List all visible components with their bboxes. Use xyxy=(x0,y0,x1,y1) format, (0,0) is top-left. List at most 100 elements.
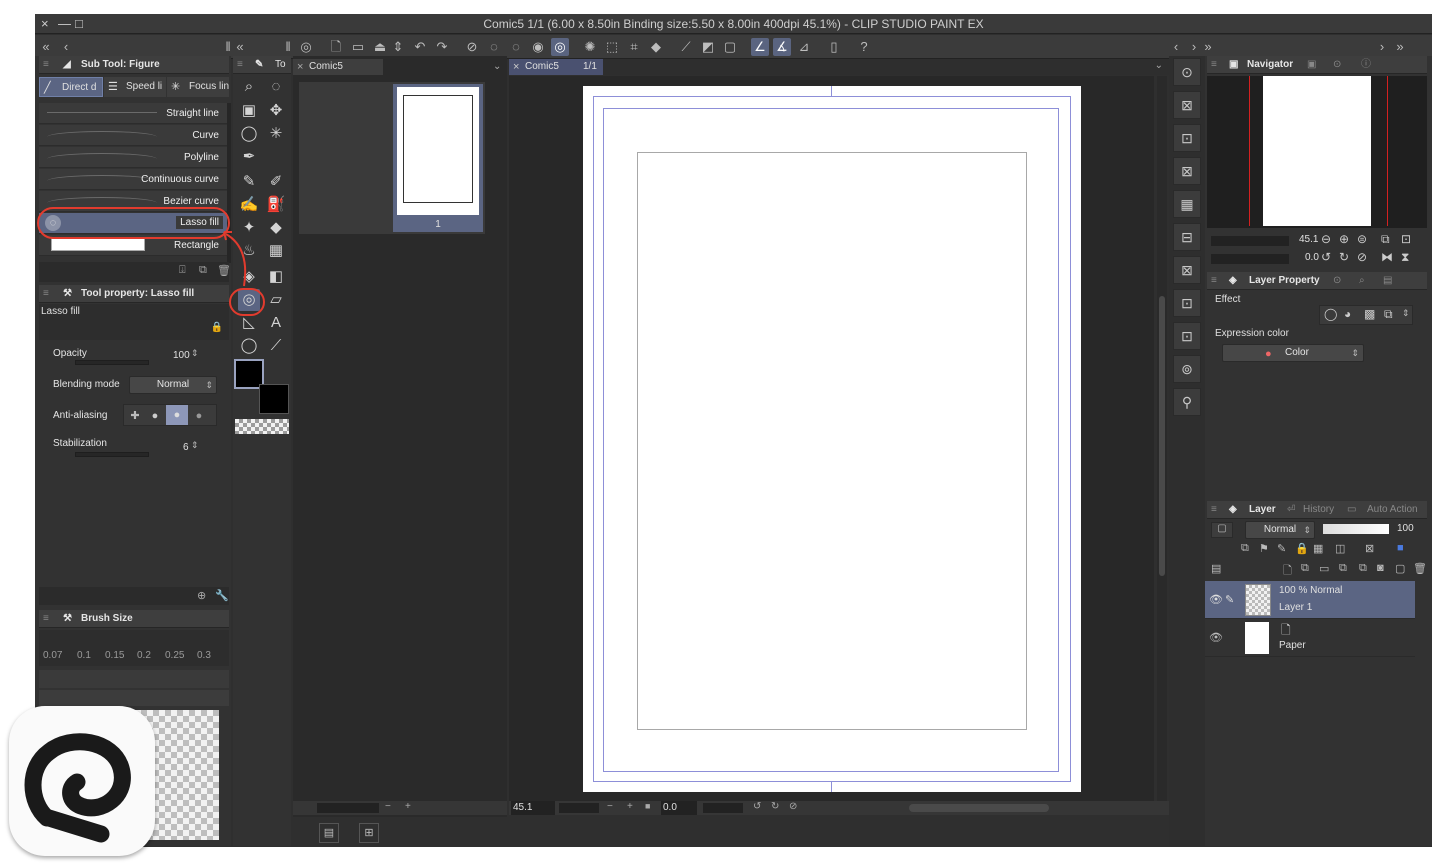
balloon-tool-icon[interactable]: ◯ xyxy=(238,335,260,357)
rotate-right-icon[interactable]: ↻ xyxy=(771,801,779,812)
frame-border-icon[interactable]: ▱ xyxy=(265,289,287,311)
clip-studio-icon[interactable]: ◎ xyxy=(297,38,315,56)
subtool-polyline[interactable]: Polyline xyxy=(39,147,227,168)
stepper-icon[interactable]: ⇕ xyxy=(191,440,199,451)
layer-color-select[interactable]: ▢ xyxy=(1211,522,1233,538)
brush-size-option[interactable]: 0.2 xyxy=(137,650,151,661)
airbrush-icon[interactable]: ⛽ xyxy=(265,194,287,216)
brush-size-option[interactable]: 0.07 xyxy=(43,650,62,661)
mask-add-icon[interactable]: ◙ xyxy=(1377,562,1384,574)
add-page-icon[interactable]: ▤ xyxy=(319,823,339,843)
reference-icon[interactable]: ⚑ xyxy=(1259,542,1269,555)
draft-icon[interactable]: ✎ xyxy=(1277,542,1286,555)
material-icon-7[interactable]: ⊡ xyxy=(1173,322,1201,350)
lasso-tool-icon[interactable]: ◯ xyxy=(238,123,260,145)
stepper-icon[interactable]: ⇕ xyxy=(389,38,407,56)
correct-line-icon[interactable]: ⟋ xyxy=(265,335,287,357)
bucket-icon[interactable]: ◆ xyxy=(647,38,665,56)
layer-row-layer1[interactable]: 👁 ✎ 100 % Normal Layer 1 xyxy=(1205,581,1415,619)
copy-icon[interactable]: ⧉ xyxy=(199,264,207,277)
chevron-left-icon-right[interactable]: ‹ xyxy=(1167,38,1185,56)
rotate-left-icon[interactable]: ↺ xyxy=(1321,250,1331,264)
ruler-mask-icon[interactable]: ⊠ xyxy=(1365,542,1374,555)
device-icon[interactable]: ▯ xyxy=(825,38,843,56)
material-icon-4[interactable]: ⊟ xyxy=(1173,223,1201,251)
angle-slider[interactable] xyxy=(703,803,743,813)
material-icon-3[interactable]: ▦ xyxy=(1173,190,1201,218)
brush-size-option[interactable]: 0.1 xyxy=(77,650,91,661)
subtool-continuous-curve[interactable]: Continuous curve xyxy=(39,169,227,190)
collapse-left-icon-2[interactable]: « xyxy=(231,38,249,56)
canvas-vertical-scrollbar[interactable] xyxy=(1157,76,1167,801)
antialias-weak-icon[interactable]: ● xyxy=(146,407,164,425)
border-effect-icon[interactable]: ◯ xyxy=(1324,307,1337,321)
navigator-zoom-value[interactable]: 45.1 xyxy=(1299,234,1318,245)
opacity-slider[interactable] xyxy=(75,360,149,365)
import-icon[interactable]: ⍗ xyxy=(179,264,186,277)
zoom-tool-icon[interactable]: ⌕ xyxy=(238,76,260,98)
zoom-out-icon[interactable]: − xyxy=(607,801,613,812)
material-icon-2[interactable]: ⊠ xyxy=(1173,157,1201,185)
page-settings-icon[interactable]: ⊞ xyxy=(359,823,379,843)
operation-tool-icon[interactable]: ▣ xyxy=(238,100,260,122)
lasso-fill-icon[interactable]: ◎ xyxy=(551,38,569,56)
search-tab-icon-2[interactable]: ⌕ xyxy=(1359,272,1365,290)
redo-icon[interactable]: ↷ xyxy=(433,38,451,56)
fill-tool-icon[interactable]: ▦ xyxy=(265,240,287,262)
open-folder-icon[interactable]: ▭ xyxy=(349,38,367,56)
layer-blend-mode-select[interactable]: Normal ⇕ xyxy=(1245,521,1315,539)
info-tab-icon-2[interactable]: ▤ xyxy=(1383,272,1392,290)
angle-value[interactable]: 0.0 xyxy=(661,801,697,815)
scroll-thumb[interactable] xyxy=(1159,296,1165,576)
clip-icon[interactable]: ⧉ xyxy=(1241,542,1249,555)
panel-grip-icon-2[interactable]: ‖ xyxy=(279,38,297,56)
undo-icon[interactable]: ↶ xyxy=(411,38,429,56)
thumbnail-size-slider[interactable] xyxy=(317,803,379,813)
tone-icon[interactable]: ▩ xyxy=(1364,307,1375,321)
zoom-in-icon[interactable]: ⊕ xyxy=(1339,232,1349,246)
tab-direct-draw[interactable]: ╱ Direct d xyxy=(39,77,103,97)
zoom-in-icon[interactable]: + xyxy=(627,801,633,812)
new-layer-icon[interactable]: ▢ xyxy=(1395,562,1405,575)
crop-icon[interactable]: ⌗ xyxy=(625,38,643,56)
reset-rotation-icon[interactable]: ⊘ xyxy=(1357,250,1367,264)
subtool-straight-line[interactable]: Straight line xyxy=(39,103,227,124)
ruler-icon-3[interactable]: ▢ xyxy=(721,38,739,56)
navigator-zoom-slider[interactable] xyxy=(1211,236,1289,246)
transparent-color-swatch[interactable] xyxy=(235,419,289,434)
reset-rotation-icon[interactable]: ⊘ xyxy=(789,801,797,812)
layer-color-icon[interactable]: ⧉ xyxy=(1384,307,1393,322)
layer-list-icon[interactable]: ▤ xyxy=(1211,562,1221,575)
subtool-curve[interactable]: Curve xyxy=(39,125,227,146)
chevron-down-icon[interactable]: ⌄ xyxy=(1155,60,1163,71)
clear-icon[interactable]: ⊘ xyxy=(463,38,481,56)
new-raster-icon[interactable]: 🗋 xyxy=(1283,562,1292,581)
antialias-none-icon[interactable]: ✚ xyxy=(126,407,144,425)
tab-layer[interactable]: Layer xyxy=(1249,501,1276,519)
zoom-value[interactable]: 45.1 xyxy=(511,801,555,815)
flip-horizontal-icon[interactable]: ⧓ xyxy=(1381,250,1393,264)
rotate-right-icon[interactable]: ↻ xyxy=(1339,250,1349,264)
canvas-tab[interactable]: × Comic5 1/1 xyxy=(509,59,603,75)
stepper-icon[interactable]: ⇕ xyxy=(1402,308,1410,319)
collapse-left-icon[interactable]: « xyxy=(37,38,55,56)
tab-auto-action[interactable]: Auto Action xyxy=(1367,501,1418,519)
merge-icon[interactable]: ⧉ xyxy=(1359,562,1367,575)
lasso-select-icon[interactable]: ◌ xyxy=(265,76,287,98)
visibility-eye-icon[interactable]: 👁 xyxy=(1209,593,1223,606)
material-icon-5[interactable]: ⊠ xyxy=(1173,256,1201,284)
transfer-icon[interactable]: ⧉ xyxy=(1339,562,1347,575)
opacity-value[interactable]: 100 xyxy=(173,350,190,361)
save-icon[interactable]: ⏏ xyxy=(371,38,389,56)
rotate-left-icon[interactable]: ↺ xyxy=(753,801,761,812)
info-tab-icon[interactable]: ⓘ xyxy=(1361,56,1371,74)
brush-size-option[interactable]: 0.25 xyxy=(165,650,184,661)
new-folder-icon[interactable]: ▭ xyxy=(1319,562,1329,575)
navigator-angle-value[interactable]: 0.0 xyxy=(1305,252,1319,263)
fit-to-window-icon[interactable]: ⧉ xyxy=(1381,232,1390,247)
flip-vertical-icon[interactable]: ⧗ xyxy=(1401,250,1409,265)
expression-color-select[interactable]: ● Color ⇕ xyxy=(1222,344,1364,362)
move-tool-icon[interactable]: ✥ xyxy=(265,100,287,122)
fit-navigator-icon[interactable]: ⊡ xyxy=(1401,232,1411,246)
new-file-icon[interactable]: 🗋 xyxy=(327,38,345,56)
